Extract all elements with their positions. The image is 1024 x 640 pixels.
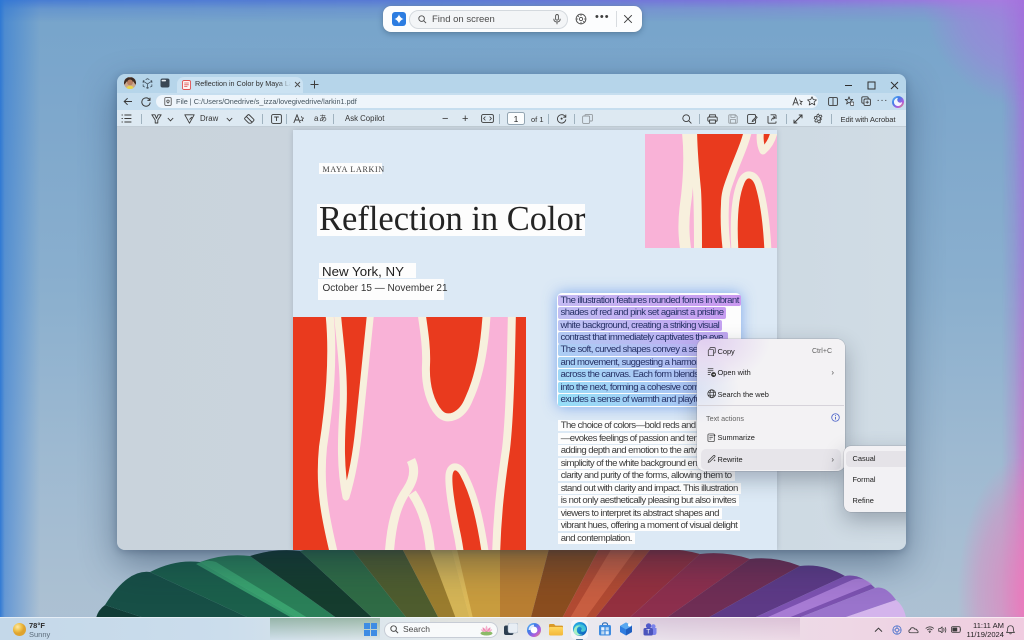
svg-text:T: T [646, 628, 650, 635]
svg-text:あ: あ [319, 114, 327, 123]
